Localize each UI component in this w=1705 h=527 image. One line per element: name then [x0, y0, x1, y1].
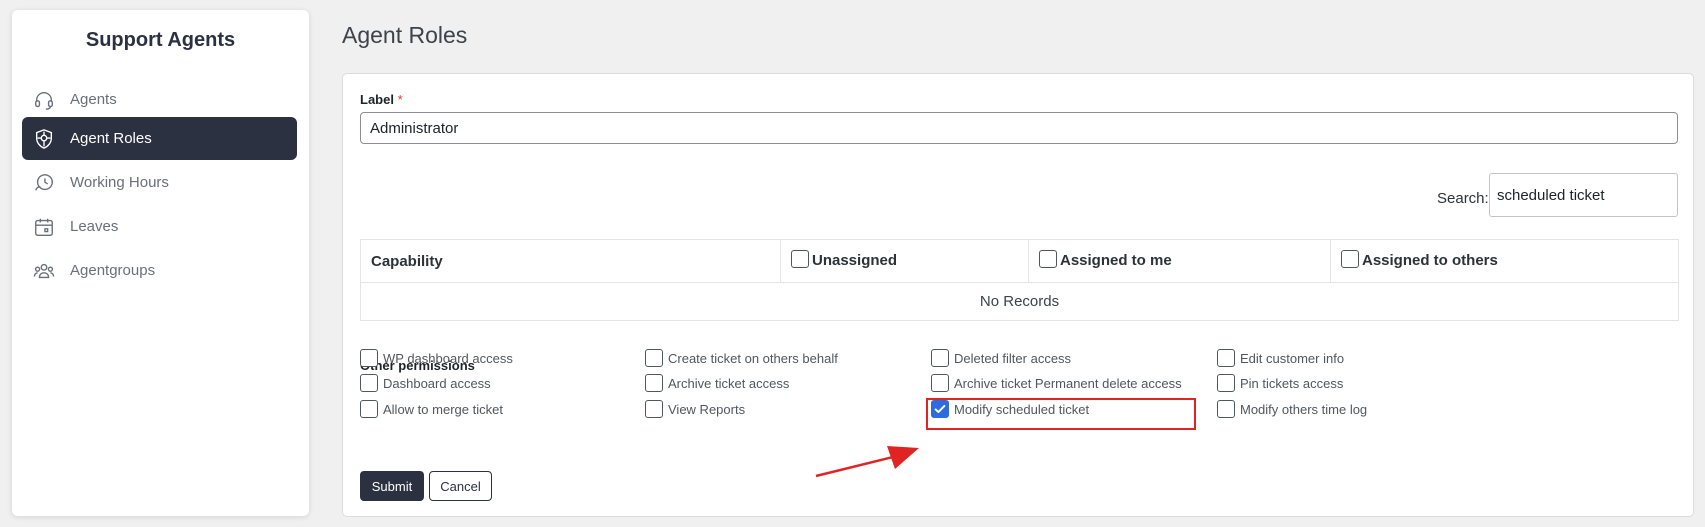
required-mark: *	[397, 92, 403, 107]
perm-pin-tickets-access[interactable]: Pin tickets access	[1217, 374, 1343, 392]
checkbox[interactable]	[360, 349, 378, 367]
header-unassigned: Unassigned	[780, 239, 1029, 283]
sidebar-item-leaves[interactable]: Leaves	[22, 205, 297, 248]
checkbox[interactable]	[645, 374, 663, 392]
sidebar-item-label: Agents	[70, 91, 117, 108]
perm-wp-dashboard-access[interactable]: WP dashboard access	[360, 349, 513, 367]
sidebar-item-label: Leaves	[70, 218, 119, 235]
sidebar-item-agent-roles[interactable]: Agent Roles	[22, 117, 297, 160]
perm-label: Archive ticket access	[668, 375, 790, 391]
perm-label: Archive ticket Permanent delete access	[954, 375, 1182, 391]
checkbox[interactable]	[931, 374, 949, 392]
checkbox[interactable]	[931, 349, 949, 367]
perm-modify-others-time-log[interactable]: Modify others time log	[1217, 400, 1367, 418]
sidebar-title: Support Agents	[85, 29, 236, 51]
header-label: Assigned to me	[1060, 251, 1172, 269]
page-title: Agent Roles	[342, 22, 468, 48]
checkbox[interactable]	[1217, 400, 1235, 418]
shield-icon	[32, 127, 56, 151]
header-assigned-to-others: Assigned to others	[1330, 239, 1679, 283]
header-label: Unassigned	[812, 251, 898, 269]
perm-archive-ticket-access[interactable]: Archive ticket access	[645, 374, 789, 392]
header-label: Capability	[371, 252, 443, 270]
perm-label: Allow to merge ticket	[383, 401, 503, 417]
perm-label: View Reports	[668, 401, 746, 417]
label-input[interactable]	[360, 112, 1678, 144]
header-assigned-to-me: Assigned to me	[1028, 239, 1331, 283]
search-label: Search:	[1437, 190, 1489, 207]
perm-create-ticket-on-others-behalf[interactable]: Create ticket on others behalf	[645, 349, 838, 367]
sidebar: Support Agents Agents Agent Roles Workin…	[12, 10, 309, 516]
checkbox[interactable]	[360, 400, 378, 418]
submit-button[interactable]: Submit	[360, 471, 424, 501]
annotation-arrow-icon	[815, 446, 919, 478]
table-header-row: Capability Unassigned Assigned to me Ass…	[360, 239, 1679, 283]
unassigned-select-all-checkbox[interactable]	[791, 250, 809, 269]
perm-label: Deleted filter access	[954, 350, 1072, 366]
header-label: Assigned to others	[1362, 251, 1498, 269]
label-field-label: Label *	[360, 92, 403, 107]
perm-view-reports[interactable]: View Reports	[645, 400, 745, 418]
checkbox[interactable]	[1217, 374, 1235, 392]
checkbox[interactable]	[360, 374, 378, 392]
perm-label: Edit customer info	[1240, 350, 1345, 366]
checkbox[interactable]	[1217, 349, 1235, 367]
sidebar-item-label: Working Hours	[70, 174, 169, 191]
checkbox[interactable]	[645, 400, 663, 418]
perm-label: Pin tickets access	[1240, 375, 1344, 391]
sidebar-item-label: Agentgroups	[70, 262, 156, 279]
no-records-cell: No Records	[360, 282, 1679, 321]
sidebar-item-agentgroups[interactable]: Agentgroups	[22, 249, 297, 292]
group-icon	[32, 259, 56, 283]
sidebar-item-working-hours[interactable]: Working Hours	[22, 161, 297, 204]
capability-table: Capability Unassigned Assigned to me Ass…	[360, 239, 1679, 321]
calendar-icon	[32, 215, 56, 239]
role-form-card: Label * Search: Capability Unassigned As…	[342, 73, 1694, 517]
annotation-highlight-box	[926, 398, 1196, 430]
perm-label: Dashboard access	[383, 375, 491, 391]
assigned-to-others-select-all-checkbox[interactable]	[1341, 250, 1359, 269]
label-text: Label	[360, 92, 394, 107]
perm-edit-customer-info[interactable]: Edit customer info	[1217, 349, 1344, 367]
perm-archive-ticket-permanent-delete-access[interactable]: Archive ticket Permanent delete access	[931, 374, 1182, 392]
perm-label: Create ticket on others behalf	[668, 350, 838, 366]
checkbox[interactable]	[645, 349, 663, 367]
headset-icon	[32, 88, 56, 112]
sidebar-item-label: Agent Roles	[70, 130, 152, 147]
perm-label: Modify others time log	[1240, 401, 1368, 417]
perm-label: WP dashboard access	[383, 350, 513, 366]
assigned-to-me-select-all-checkbox[interactable]	[1039, 250, 1057, 269]
perm-dashboard-access[interactable]: Dashboard access	[360, 374, 491, 392]
sidebar-item-agents[interactable]: Agents	[22, 78, 297, 121]
header-capability: Capability	[360, 239, 781, 283]
perm-allow-to-merge-ticket[interactable]: Allow to merge ticket	[360, 400, 503, 418]
search-input[interactable]	[1489, 173, 1678, 217]
clock-icon	[32, 171, 56, 195]
perm-deleted-filter-access[interactable]: Deleted filter access	[931, 349, 1071, 367]
table-row: No Records	[360, 282, 1679, 321]
cancel-button[interactable]: Cancel	[429, 471, 492, 501]
